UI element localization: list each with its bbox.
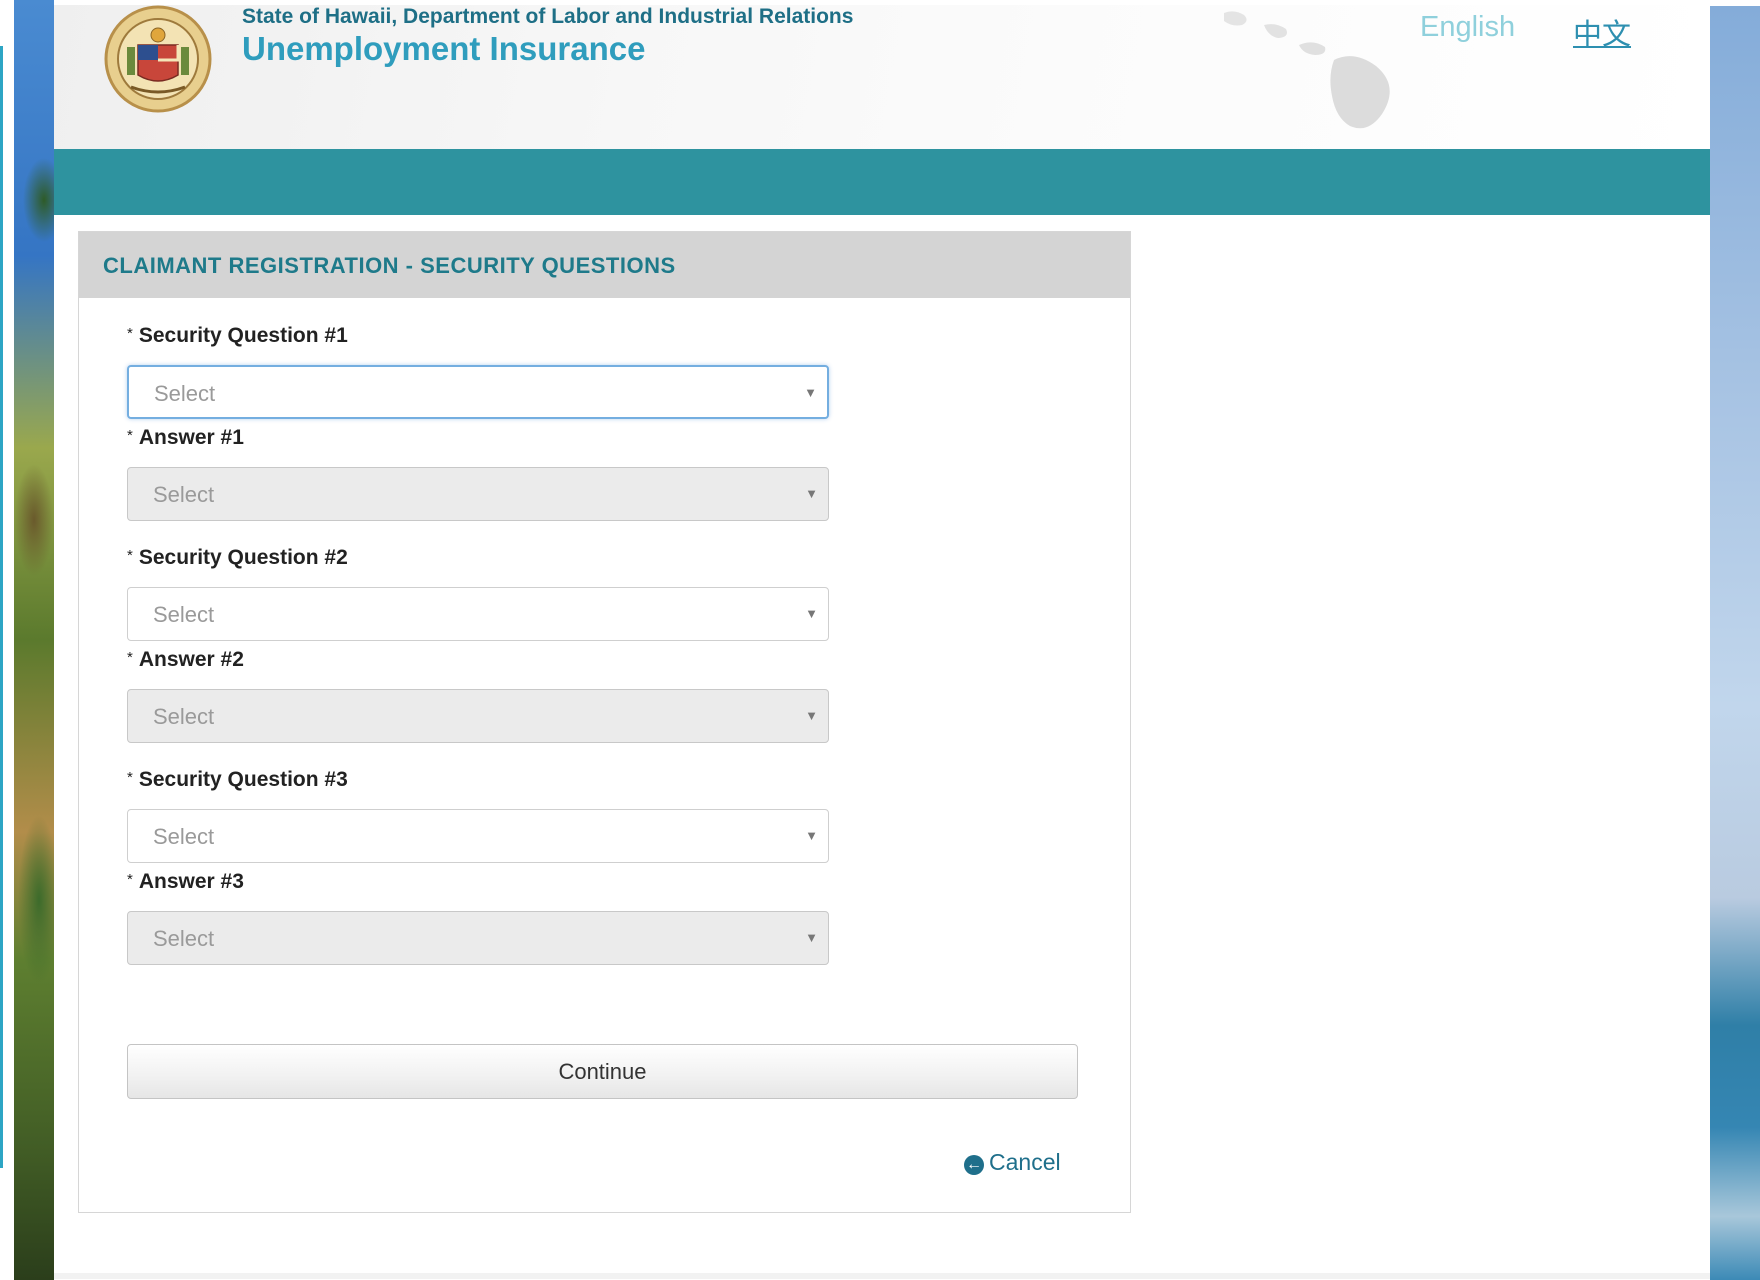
security-question-2-select[interactable]: Select ▼ — [127, 587, 829, 641]
panel-title: CLAIMANT REGISTRATION - SECURITY QUESTIO… — [103, 253, 676, 278]
answer-3-label-text: Answer #3 — [138, 870, 244, 893]
dropdown-arrow-icon: ▼ — [805, 930, 818, 945]
dropdown-arrow-icon: ▼ — [805, 606, 818, 621]
required-marker: * — [127, 769, 133, 786]
language-chinese-link[interactable]: 中文 — [1573, 11, 1631, 53]
background-photo-left — [14, 0, 54, 1280]
arrow-circle-left-icon: ← — [964, 1155, 984, 1175]
security-questions-panel: CLAIMANT REGISTRATION - SECURITY QUESTIO… — [78, 231, 1131, 1213]
required-marker: * — [127, 649, 133, 666]
state-seal-logo — [104, 5, 212, 113]
answer-2-label-text: Answer #2 — [138, 648, 244, 671]
security-question-1-label-text: Security Question #1 — [138, 324, 348, 347]
answer-2-select[interactable]: Select ▼ — [127, 689, 829, 743]
answer-1-label: * Answer #1 — [127, 426, 244, 450]
security-question-1-label: * Security Question #1 — [127, 324, 348, 348]
site-header: State of Hawaii, Department of Labor and… — [54, 5, 1710, 150]
security-question-2-label: * Security Question #2 — [127, 546, 348, 570]
panel-header: CLAIMANT REGISTRATION - SECURITY QUESTIO… — [79, 232, 1130, 298]
security-question-3-value: Select — [153, 824, 215, 849]
security-question-2-value: Select — [153, 602, 215, 627]
product-title: Unemployment Insurance — [242, 30, 646, 67]
background-photo-right — [1710, 6, 1760, 1280]
required-marker: * — [127, 427, 133, 444]
security-question-2-label-text: Security Question #2 — [138, 546, 348, 569]
cancel-link[interactable]: ← Cancel — [964, 1149, 1061, 1176]
answer-3-select[interactable]: Select ▼ — [127, 911, 829, 965]
answer-2-value: Select — [153, 704, 215, 729]
required-marker: * — [127, 871, 133, 888]
agency-name: State of Hawaii, Department of Labor and… — [242, 5, 854, 28]
navigation-bar — [54, 149, 1710, 215]
answer-1-value: Select — [153, 482, 215, 507]
answer-1-select[interactable]: Select ▼ — [127, 467, 829, 521]
dropdown-arrow-icon: ▼ — [805, 486, 818, 501]
cancel-label: Cancel — [989, 1149, 1061, 1175]
dropdown-arrow-icon: ▼ — [805, 708, 818, 723]
answer-3-label: * Answer #3 — [127, 870, 244, 894]
answer-1-label-text: Answer #1 — [138, 426, 244, 449]
security-question-1-select[interactable]: Select ▼ — [127, 365, 829, 419]
security-question-3-label-text: Security Question #3 — [138, 768, 348, 791]
required-marker: * — [127, 547, 133, 564]
dropdown-arrow-icon: ▼ — [805, 828, 818, 843]
security-question-3-select[interactable]: Select ▼ — [127, 809, 829, 863]
continue-button[interactable]: Continue — [127, 1044, 1078, 1099]
left-edge-line — [0, 46, 3, 1168]
security-question-1-value: Select — [154, 381, 216, 406]
required-marker: * — [127, 325, 133, 342]
dropdown-arrow-icon: ▼ — [804, 385, 817, 400]
security-question-3-label: * Security Question #3 — [127, 768, 348, 792]
page-container: State of Hawaii, Department of Labor and… — [54, 5, 1710, 1280]
answer-2-label: * Answer #2 — [127, 648, 244, 672]
answer-3-value: Select — [153, 926, 215, 951]
language-english-link[interactable]: English — [1420, 11, 1515, 44]
